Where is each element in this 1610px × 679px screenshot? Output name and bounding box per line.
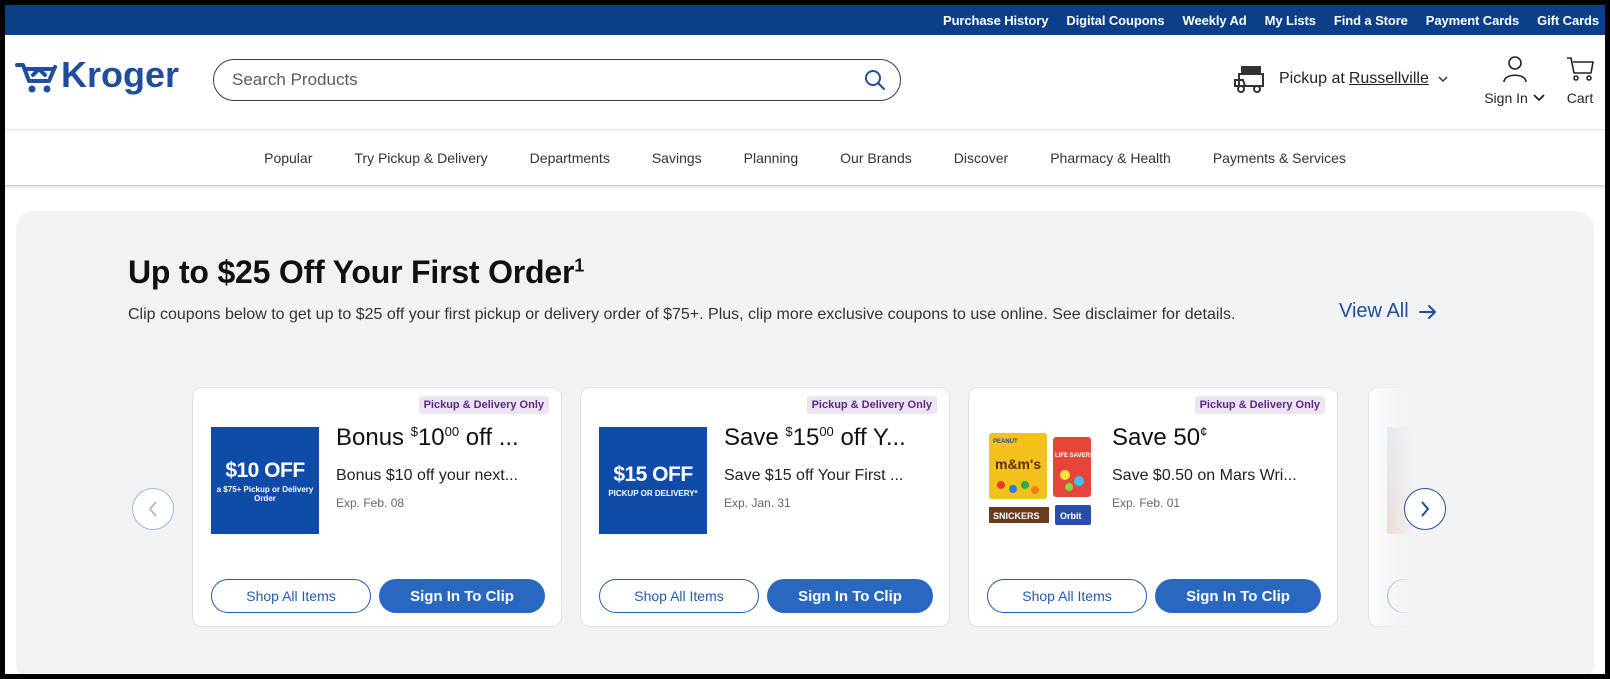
sign-in-to-clip-button[interactable]: Sign In To Clip	[767, 579, 933, 613]
kroger-logo[interactable]: Kroger	[15, 51, 180, 111]
purchase-history-link[interactable]: Purchase History	[943, 13, 1048, 28]
search-bar	[213, 59, 901, 101]
pickup-delivery-badge: Pickup & Delivery Only	[806, 396, 937, 414]
cart-icon	[1567, 57, 1594, 81]
digital-coupons-link[interactable]: Digital Coupons	[1066, 13, 1164, 28]
coupon-card: Pickup & Delivery Only PEANUT m&m's LIFE…	[968, 387, 1338, 627]
coupon-title[interactable]: Bonus $1000 off ...	[336, 424, 519, 452]
promo-title-text: Up to $25 Off Your First Order	[128, 254, 575, 290]
main-nav: Popular Try Pickup & Delivery Department…	[5, 130, 1605, 186]
pickup-store-selector[interactable]: Pickup at Russellville	[1233, 64, 1449, 94]
coupon-title[interactable]: Save 50¢	[1112, 424, 1207, 452]
coupon-image-amount: $10 OFF	[225, 458, 305, 482]
weekly-ad-link[interactable]: Weekly Ad	[1183, 13, 1247, 28]
shop-all-items-button[interactable]: Shop All Items	[599, 579, 759, 613]
chevron-down-icon	[1438, 76, 1448, 83]
coupon-description[interactable]: Bonus $10 off your next...	[336, 467, 518, 485]
chevron-down-icon	[1533, 94, 1545, 102]
chevron-left-icon	[148, 501, 157, 517]
logo-text: Kroger	[61, 54, 179, 95]
find-a-store-link[interactable]: Find a Store	[1334, 13, 1408, 28]
coupon-title-prefix: Bonus	[336, 424, 411, 451]
view-all-link[interactable]: View All	[1339, 300, 1437, 323]
sign-in-label: Sign In	[1484, 90, 1528, 106]
page: Purchase History Digital Coupons Weekly …	[5, 5, 1605, 674]
candy-product-image[interactable]: PEANUT m&m's LIFE SAVERS SNICKERS Orbit	[987, 427, 1095, 534]
coupon-title-cent-sign: ¢	[1200, 424, 1208, 439]
user-icon	[1503, 56, 1527, 83]
coupon-title-prefix: Save	[724, 424, 786, 451]
search-icon[interactable]	[864, 69, 886, 91]
coupon-card: Pickup & Delivery Only $15 OFF PICKUP OR…	[580, 387, 950, 627]
coupon-image[interactable]: $15 OFF PICKUP OR DELIVERY*	[599, 427, 707, 534]
pickup-prefix: Pickup at	[1279, 70, 1345, 87]
payment-cards-link[interactable]: Payment Cards	[1426, 13, 1519, 28]
nav-try-pickup-delivery[interactable]: Try Pickup & Delivery	[354, 150, 487, 166]
coupon-expiration: Exp. Feb. 01	[1112, 496, 1181, 510]
carousel-prev-button[interactable]	[132, 488, 174, 530]
coupon-title-amount: 10	[417, 424, 445, 451]
cart-button[interactable]: Cart	[1560, 55, 1600, 106]
search-input[interactable]	[232, 70, 864, 90]
product-label: LIFE SAVERS	[1055, 453, 1094, 459]
chevron-right-icon	[1421, 501, 1430, 517]
promo-title-footnote[interactable]: 1	[574, 255, 584, 275]
coupon-expiration: Exp. Jan. 31	[724, 496, 791, 510]
coupon-title-suffix: off ...	[459, 424, 519, 451]
nav-savings[interactable]: Savings	[652, 150, 702, 166]
coupon-title-cents: 00	[444, 424, 460, 439]
promo-subtitle: Clip coupons below to get up to $25 off …	[128, 306, 1236, 323]
sign-in-to-clip-button[interactable]: Sign In To Clip	[379, 579, 545, 613]
coupon-image-amount: $15 OFF	[613, 463, 693, 486]
header: Kroger Pickup at Russellville	[5, 35, 1605, 130]
product-label: m&m's	[995, 456, 1041, 472]
shop-all-items-button[interactable]: Shop All Items	[211, 579, 371, 613]
nav-payments-services[interactable]: Payments & Services	[1213, 150, 1346, 166]
promo-section: Up to $25 Off Your First Order1 Clip cou…	[16, 211, 1594, 674]
product-label: PEANUT	[993, 439, 1018, 445]
nav-our-brands[interactable]: Our Brands	[840, 150, 912, 166]
coupon-title-suffix: off Y...	[833, 424, 906, 451]
gift-cards-link[interactable]: Gift Cards	[1537, 13, 1599, 28]
my-lists-link[interactable]: My Lists	[1265, 13, 1316, 28]
store-pickup-icon	[1234, 66, 1264, 93]
product-label: Orbit	[1060, 511, 1082, 521]
view-all-label: View All	[1339, 300, 1409, 322]
nav-departments[interactable]: Departments	[530, 150, 610, 166]
product-label: SNICKERS	[993, 511, 1040, 521]
coupon-title[interactable]: Save $1500 off Y...	[724, 424, 906, 452]
pickup-location[interactable]: Russellville	[1349, 70, 1429, 88]
coupon-title-prefix: Save 50	[1112, 424, 1201, 451]
sign-in-button[interactable]: Sign In	[1479, 55, 1551, 106]
carousel-next-button[interactable]	[1404, 488, 1446, 530]
utility-bar: Purchase History Digital Coupons Weekly …	[5, 5, 1605, 35]
nav-pharmacy-health[interactable]: Pharmacy & Health	[1050, 150, 1171, 166]
pickup-delivery-badge: Pickup & Delivery Only	[418, 396, 549, 414]
carousel-fade	[1352, 387, 1412, 631]
cart-label: Cart	[1566, 90, 1594, 106]
coupon-carousel: Pickup & Delivery Only $10 OFF a $75+ Pi…	[192, 387, 1412, 631]
nav-discover[interactable]: Discover	[954, 150, 1008, 166]
coupon-image-caption: PICKUP OR DELIVERY*	[608, 489, 698, 498]
coupon-title-cents: 00	[819, 424, 834, 439]
coupon-card: Pickup & Delivery Only $10 OFF a $75+ Pi…	[192, 387, 562, 627]
shop-all-items-button[interactable]: Shop All Items	[987, 579, 1147, 613]
arrow-right-icon	[1418, 304, 1436, 319]
sign-in-to-clip-button[interactable]: Sign In To Clip	[1155, 579, 1321, 613]
coupon-description[interactable]: Save $15 off Your First ...	[724, 467, 903, 485]
nav-planning[interactable]: Planning	[744, 150, 799, 166]
coupon-description[interactable]: Save $0.50 on Mars Wri...	[1112, 467, 1297, 485]
pickup-delivery-badge: Pickup & Delivery Only	[1194, 396, 1325, 414]
coupon-title-amount: 15	[792, 424, 820, 451]
nav-popular[interactable]: Popular	[264, 150, 312, 166]
coupon-expiration: Exp. Feb. 08	[336, 496, 405, 510]
promo-title: Up to $25 Off Your First Order1	[128, 254, 584, 291]
coupon-image-caption: a $75+ Pickup or Delivery Order	[216, 484, 314, 503]
coupon-image[interactable]: $10 OFF a $75+ Pickup or Delivery Order	[211, 427, 319, 534]
